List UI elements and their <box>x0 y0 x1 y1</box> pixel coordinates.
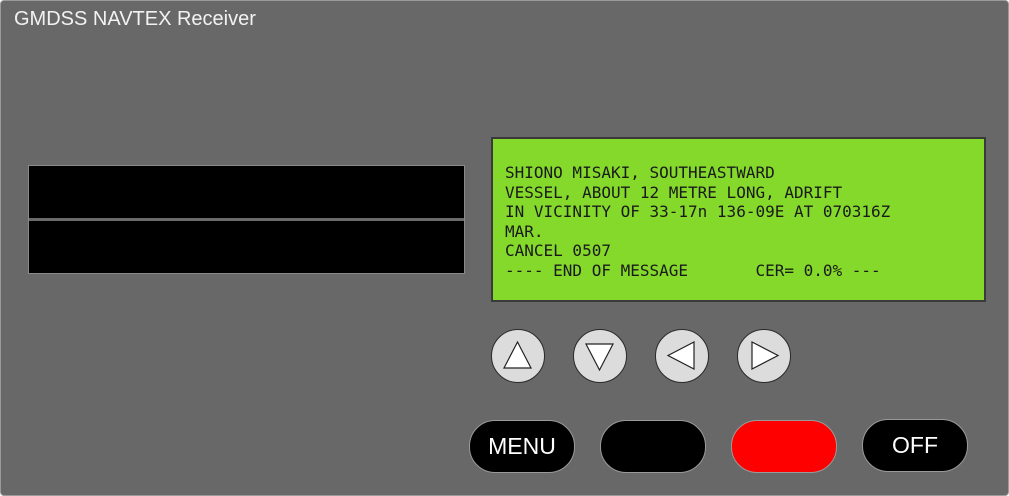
triangle-left-icon <box>666 341 695 370</box>
navtex-receiver-panel: GMDSS NAVTEX Receiver SHIONO MISAKI, SOU… <box>0 0 1009 496</box>
secondary-display-line-1 <box>29 166 464 218</box>
lcd-line: IN VICINITY OF 33-17n 136-09E AT 070316Z <box>505 202 891 222</box>
secondary-display <box>28 165 465 274</box>
lcd-line: MAR. <box>505 221 544 241</box>
menu-button[interactable]: MENU <box>469 420 575 473</box>
triangle-down-icon <box>585 343 614 372</box>
lcd-line: VESSEL, ABOUT 12 METRE LONG, ADRIFT <box>505 182 843 202</box>
app-title: GMDSS NAVTEX Receiver <box>14 8 256 30</box>
lcd-line: CANCEL 0507 <box>505 241 611 261</box>
blank-function-button[interactable] <box>600 420 706 473</box>
triangle-right-icon <box>751 341 780 370</box>
scroll-right-button[interactable] <box>737 329 791 383</box>
message-lcd-display: SHIONO MISAKI, SOUTHEASTWARD VESSEL, ABO… <box>491 137 986 302</box>
scroll-up-button[interactable] <box>491 329 545 383</box>
triangle-up-icon <box>503 340 532 369</box>
secondary-display-line-2 <box>29 221 464 273</box>
lcd-line: SHIONO MISAKI, SOUTHEASTWARD <box>505 163 775 182</box>
scroll-left-button[interactable] <box>655 329 709 383</box>
lcd-line: ---- END OF MESSAGE CER= 0.0% --- <box>505 260 881 280</box>
off-button[interactable]: OFF <box>862 419 968 472</box>
red-function-button[interactable] <box>731 420 837 473</box>
scroll-down-button[interactable] <box>573 329 627 383</box>
